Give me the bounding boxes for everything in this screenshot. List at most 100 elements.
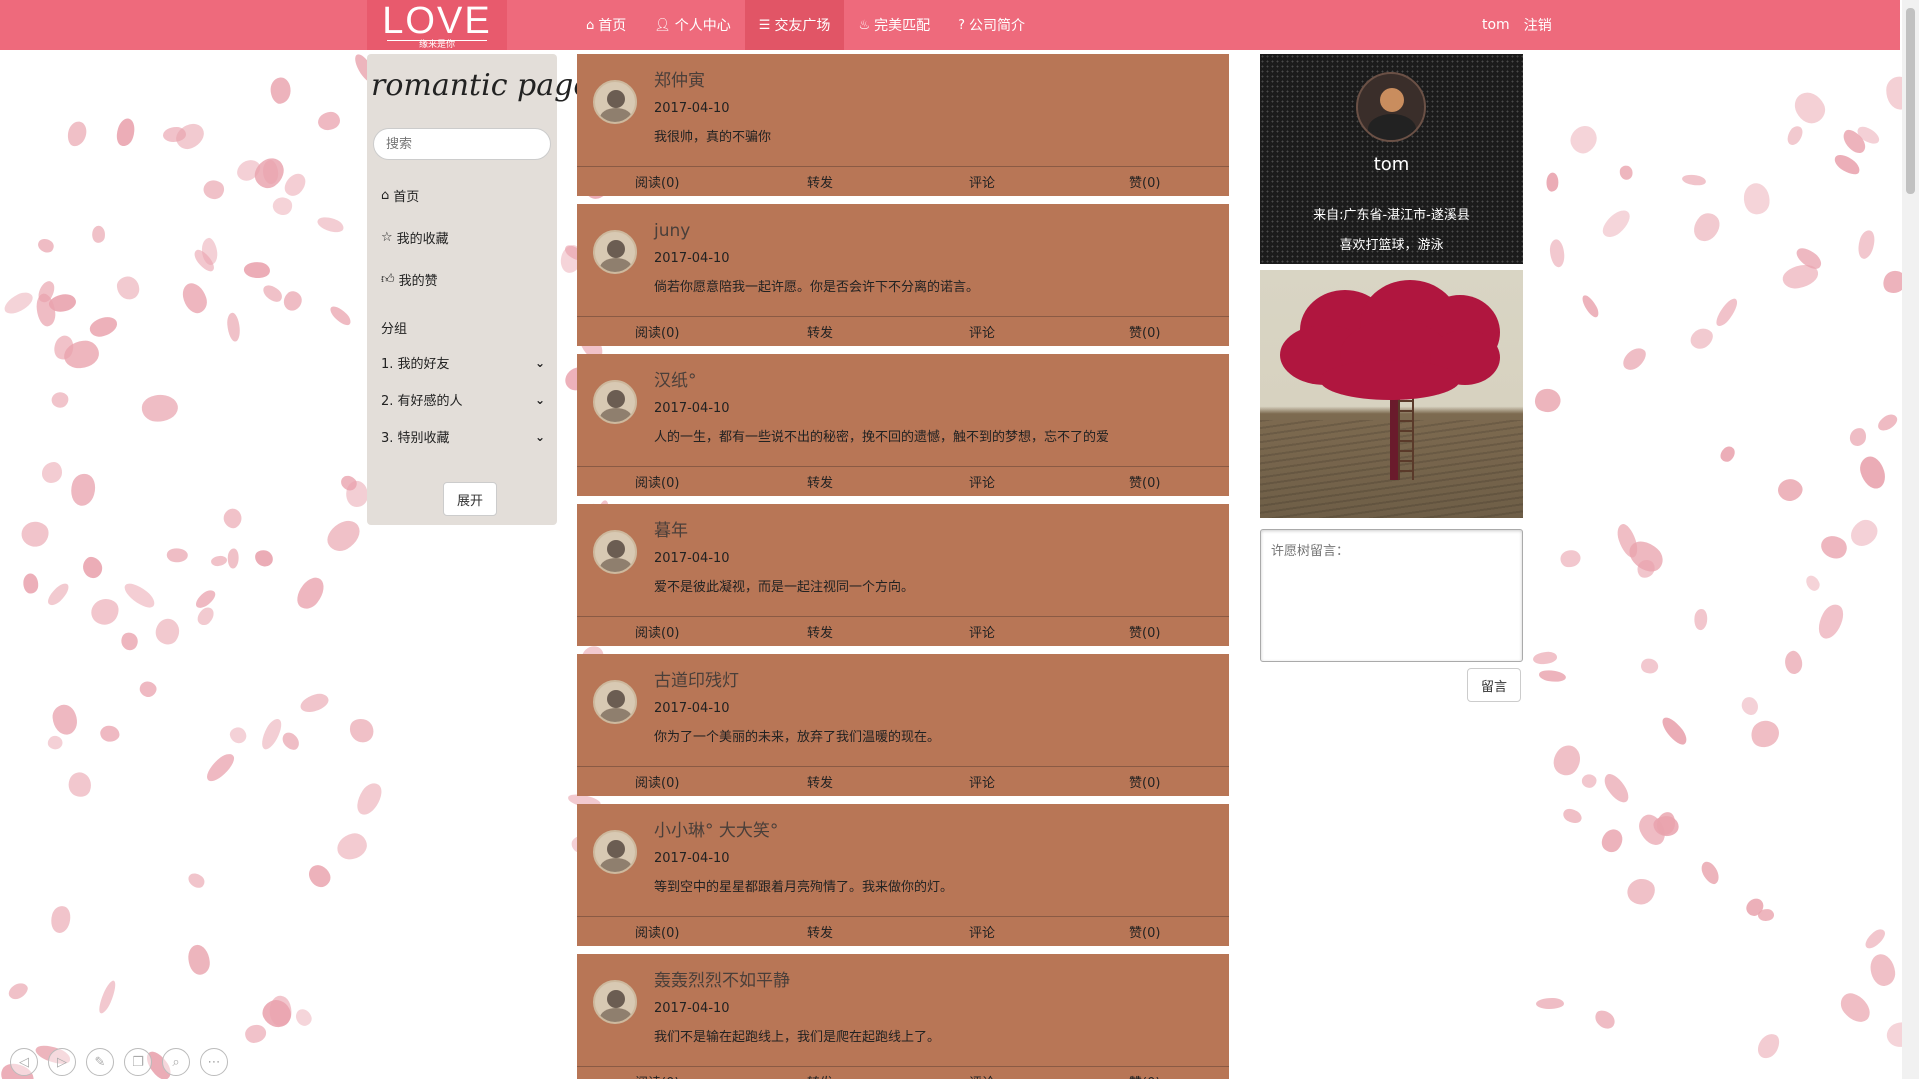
tree-ladder [1398, 390, 1414, 480]
avatar[interactable] [593, 530, 637, 574]
post-text: 你为了一个美丽的未来，放弃了我们温暖的现在。 [654, 730, 941, 745]
expand-button[interactable]: 展开 [443, 482, 497, 516]
petal [1790, 87, 1830, 129]
nav-about[interactable]: ? 公司简介 [944, 0, 1039, 50]
wish-textarea[interactable] [1260, 529, 1523, 662]
comment-button[interactable]: 评论 [969, 772, 995, 791]
avatar[interactable] [593, 380, 637, 424]
read-count[interactable]: 阅读(0) [635, 622, 679, 641]
petal [1659, 713, 1691, 749]
petal [1592, 1007, 1619, 1032]
petal [1535, 997, 1565, 1010]
group-header: 分组 [381, 322, 408, 337]
avatar-shoulder [600, 558, 632, 572]
post-text: 倘若你愿意陪我一起许愿。你是否会许下不分离的诺言。 [654, 280, 980, 295]
search-input[interactable] [373, 128, 551, 160]
avatar[interactable] [593, 80, 637, 124]
sidebar-item-home[interactable]: ⌂ 首页 [367, 174, 557, 216]
wish-submit-button[interactable]: 留言 [1467, 668, 1521, 702]
profile-hobby: 喜欢打篮球，游泳 [1339, 238, 1444, 253]
nav-match[interactable]: ♨ 完美匹配 [844, 0, 944, 50]
petal [1545, 172, 1560, 193]
nav-username[interactable]: tom [1482, 17, 1510, 33]
petal [95, 978, 119, 1015]
copy-icon[interactable]: ❐ [124, 1048, 152, 1076]
like-button[interactable]: 赞(0) [1129, 622, 1160, 641]
profile-avatar[interactable] [1356, 72, 1426, 142]
post-author[interactable]: 轰轰烈烈不如平静 [654, 968, 1209, 994]
avatar[interactable] [593, 830, 637, 874]
prev-icon[interactable]: ◁ [10, 1048, 38, 1076]
comment-button[interactable]: 评论 [969, 1072, 995, 1079]
avatar-face [607, 240, 625, 258]
sidebar-item-likes[interactable]: 👍︎ 我的赞 [367, 258, 557, 300]
post-actions: 阅读(0) 转发 评论 赞(0) [577, 166, 1229, 196]
comment-button[interactable]: 评论 [969, 172, 995, 191]
comment-button[interactable]: 评论 [969, 472, 995, 491]
avatar[interactable] [593, 680, 637, 724]
read-count[interactable]: 阅读(0) [635, 1072, 679, 1079]
petal [1835, 987, 1876, 1028]
nav-home[interactable]: ⌂ 首页 [572, 0, 640, 50]
scrollbar-thumb[interactable] [1906, 8, 1915, 194]
like-button[interactable]: 赞(0) [1129, 172, 1160, 191]
avatar[interactable] [593, 980, 637, 1024]
comment-button[interactable]: 评论 [969, 922, 995, 941]
petal [64, 769, 95, 800]
read-count[interactable]: 阅读(0) [635, 922, 679, 941]
zoom-icon[interactable]: ⌕ [162, 1048, 190, 1076]
post-date: 2017-04-10 [654, 551, 730, 566]
like-button[interactable]: 赞(0) [1129, 772, 1160, 791]
petal [242, 260, 271, 280]
post-author[interactable]: 暮年 [654, 518, 1209, 544]
read-count[interactable]: 阅读(0) [635, 172, 679, 191]
petal [1712, 296, 1742, 329]
next-icon[interactable]: ▷ [48, 1048, 76, 1076]
feed-post: juny 2017-04-10 倘若你愿意陪我一起许愿。你是否会许下不分离的诺言。阅… [577, 204, 1229, 346]
post-author[interactable]: 古道印残灯 [654, 668, 1209, 694]
forward-button[interactable]: 转发 [807, 172, 833, 191]
avatar-face [1380, 88, 1404, 112]
forward-button[interactable]: 转发 [807, 922, 833, 941]
read-count[interactable]: 阅读(0) [635, 772, 679, 791]
group-special[interactable]: 3. 特别收藏 ⌄ [367, 418, 557, 455]
petal [1697, 859, 1723, 888]
pen-icon[interactable]: ✎ [86, 1048, 114, 1076]
avatar[interactable] [593, 230, 637, 274]
post-date: 2017-04-10 [654, 101, 730, 116]
star-icon: ☆ [381, 229, 393, 245]
group-friends[interactable]: 1. 我的好友 ⌄ [367, 344, 557, 381]
petal [47, 903, 74, 935]
post-author[interactable]: 汉纸° [654, 368, 1209, 394]
comment-button[interactable]: 评论 [969, 622, 995, 641]
page-scrollbar[interactable] [1902, 0, 1919, 1079]
read-count[interactable]: 阅读(0) [635, 472, 679, 491]
more-icon[interactable]: ⋯ [200, 1048, 228, 1076]
nav-profile[interactable]: 👤︎ 个人中心 [640, 0, 745, 50]
logout-link[interactable]: 注销 [1524, 15, 1552, 35]
forward-button[interactable]: 转发 [807, 472, 833, 491]
forward-button[interactable]: 转发 [807, 772, 833, 791]
petal [253, 549, 275, 568]
post-author[interactable]: 小小琳° 大大笑° [654, 818, 1209, 844]
forward-button[interactable]: 转发 [807, 322, 833, 341]
post-author[interactable]: juny [654, 218, 1209, 244]
like-button[interactable]: 赞(0) [1129, 1072, 1160, 1079]
petal [305, 861, 334, 892]
avatar-face [607, 690, 625, 708]
forward-button[interactable]: 转发 [807, 1072, 833, 1079]
post-author[interactable]: 郑仲寅 [654, 68, 1209, 94]
forward-button[interactable]: 转发 [807, 622, 833, 641]
read-count[interactable]: 阅读(0) [635, 322, 679, 341]
group-liked-people[interactable]: 2. 有好感的人 ⌄ [367, 381, 557, 418]
sidebar-item-favorites[interactable]: ☆ 我的收藏 [367, 216, 557, 258]
like-button[interactable]: 赞(0) [1129, 322, 1160, 341]
home-icon: ⌂ [381, 187, 390, 203]
nav-square[interactable]: ☰ 交友广场 [744, 0, 845, 50]
feed-post: 小小琳° 大大笑° 2017-04-10 等到空中的星星都跟着月亮殉情了。我来做你的… [577, 804, 1229, 946]
logo[interactable]: LOVE 缘来是你 [367, 0, 507, 51]
like-button[interactable]: 赞(0) [1129, 472, 1160, 491]
comment-button[interactable]: 评论 [969, 322, 995, 341]
petal [291, 572, 330, 613]
like-button[interactable]: 赞(0) [1129, 922, 1160, 941]
